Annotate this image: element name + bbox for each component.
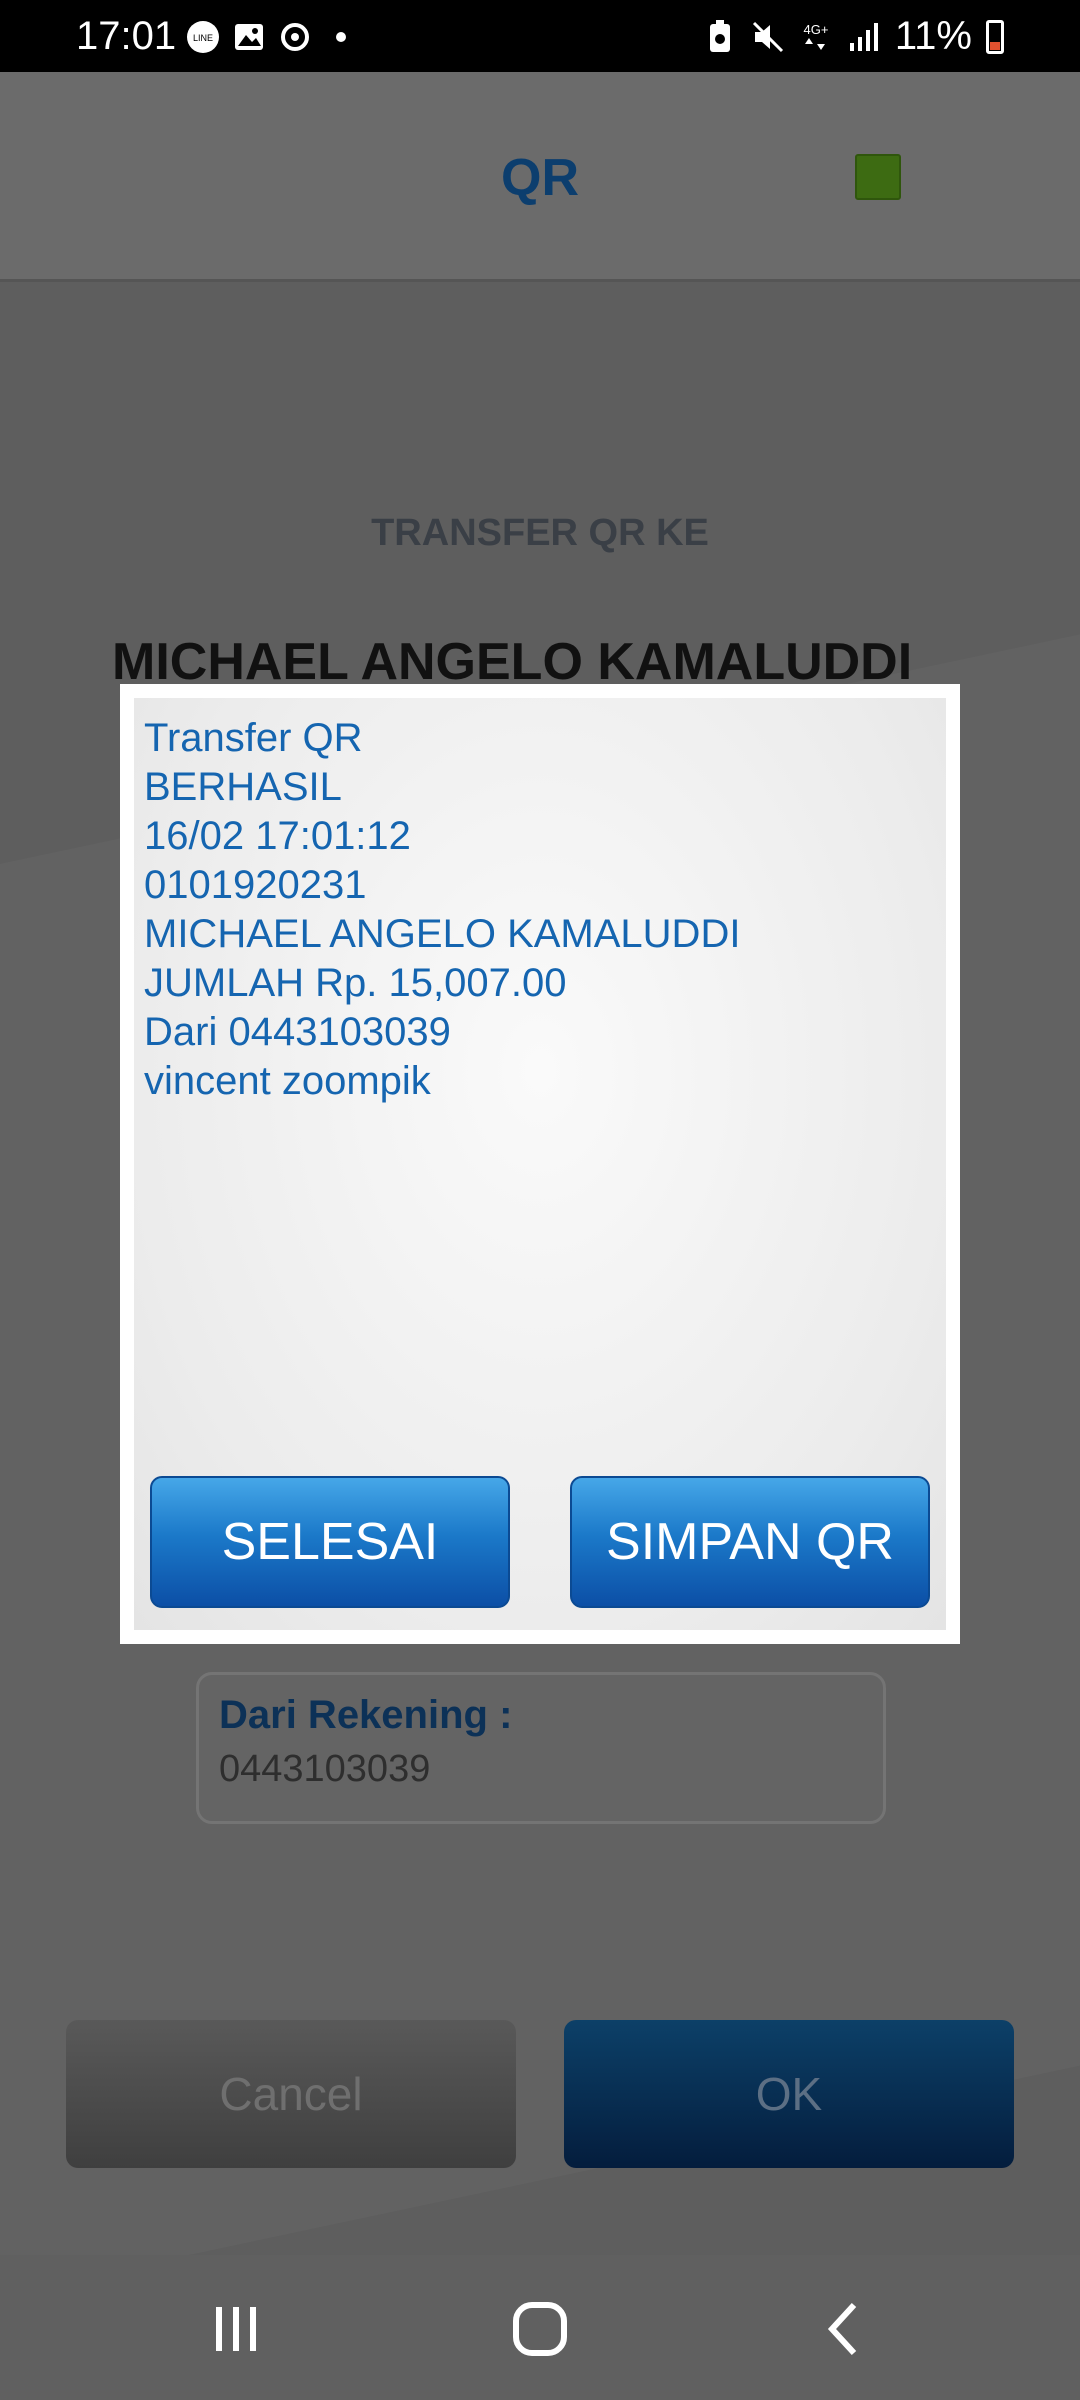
from-account-value: 0443103039: [219, 1748, 431, 1790]
message-line: 16/02 17:01:12: [144, 814, 411, 858]
line-icon: LINE: [186, 20, 220, 54]
transfer-label: TRANSFER QR KE: [371, 512, 709, 554]
dialog-content: Transfer QR BERHASIL 16/02 17:01:12 0101…: [134, 698, 946, 1630]
battery-icon: [986, 19, 1004, 54]
dot-icon: [324, 20, 358, 54]
recent-apps-icon[interactable]: [206, 2299, 266, 2359]
message-line: JUMLAH Rp. 15,007.00: [144, 961, 567, 1005]
4g-icon: 4G+: [799, 20, 833, 54]
message-line: vincent zoompik: [144, 1059, 431, 1103]
status-time: 17:01: [76, 14, 177, 58]
transfer-success-dialog: Transfer QR BERHASIL 16/02 17:01:12 0101…: [120, 684, 960, 1644]
message-line: Dari 0443103039: [144, 1010, 451, 1054]
back-icon[interactable]: [814, 2299, 874, 2359]
message-line: Transfer QR: [144, 716, 363, 760]
page-title: QR: [501, 149, 579, 207]
sync-icon: [278, 20, 312, 54]
navigation-bar: [0, 2255, 1080, 2400]
system-status-icons: 4G+ 11%: [703, 14, 1004, 59]
status-indicator: [855, 154, 901, 200]
signal-icon: [847, 20, 881, 54]
battery-saver-icon: [703, 19, 737, 54]
mute-icon: [751, 20, 785, 54]
done-button[interactable]: SELESAI: [150, 1476, 510, 1608]
gallery-icon: [232, 20, 266, 54]
message-line: BERHASIL: [144, 765, 342, 809]
app-bar: QR: [0, 72, 1080, 282]
save-qr-button[interactable]: SIMPAN QR: [570, 1476, 930, 1608]
from-account-box: Dari Rekening : 0443103039: [196, 1672, 886, 1824]
message-line: MICHAEL ANGELO KAMALUDDI: [144, 912, 741, 956]
recipient-name: MICHAEL ANGELO KAMALUDDI: [112, 633, 913, 691]
cancel-button[interactable]: Cancel: [66, 2020, 516, 2168]
dialog-message: Transfer QR BERHASIL 16/02 17:01:12 0101…: [144, 714, 740, 1106]
svg-text:LINE: LINE: [193, 33, 213, 43]
status-bar: 17:01 LINE 4G+ 11%: [0, 0, 1080, 72]
ok-button[interactable]: OK: [564, 2020, 1014, 2168]
svg-text:4G+: 4G+: [803, 22, 828, 37]
home-icon[interactable]: [510, 2299, 570, 2359]
battery-percent: 11%: [894, 14, 972, 58]
from-account-label: Dari Rekening :: [219, 1693, 513, 1737]
notification-icons: LINE: [186, 20, 358, 54]
message-line: 0101920231: [144, 863, 367, 907]
